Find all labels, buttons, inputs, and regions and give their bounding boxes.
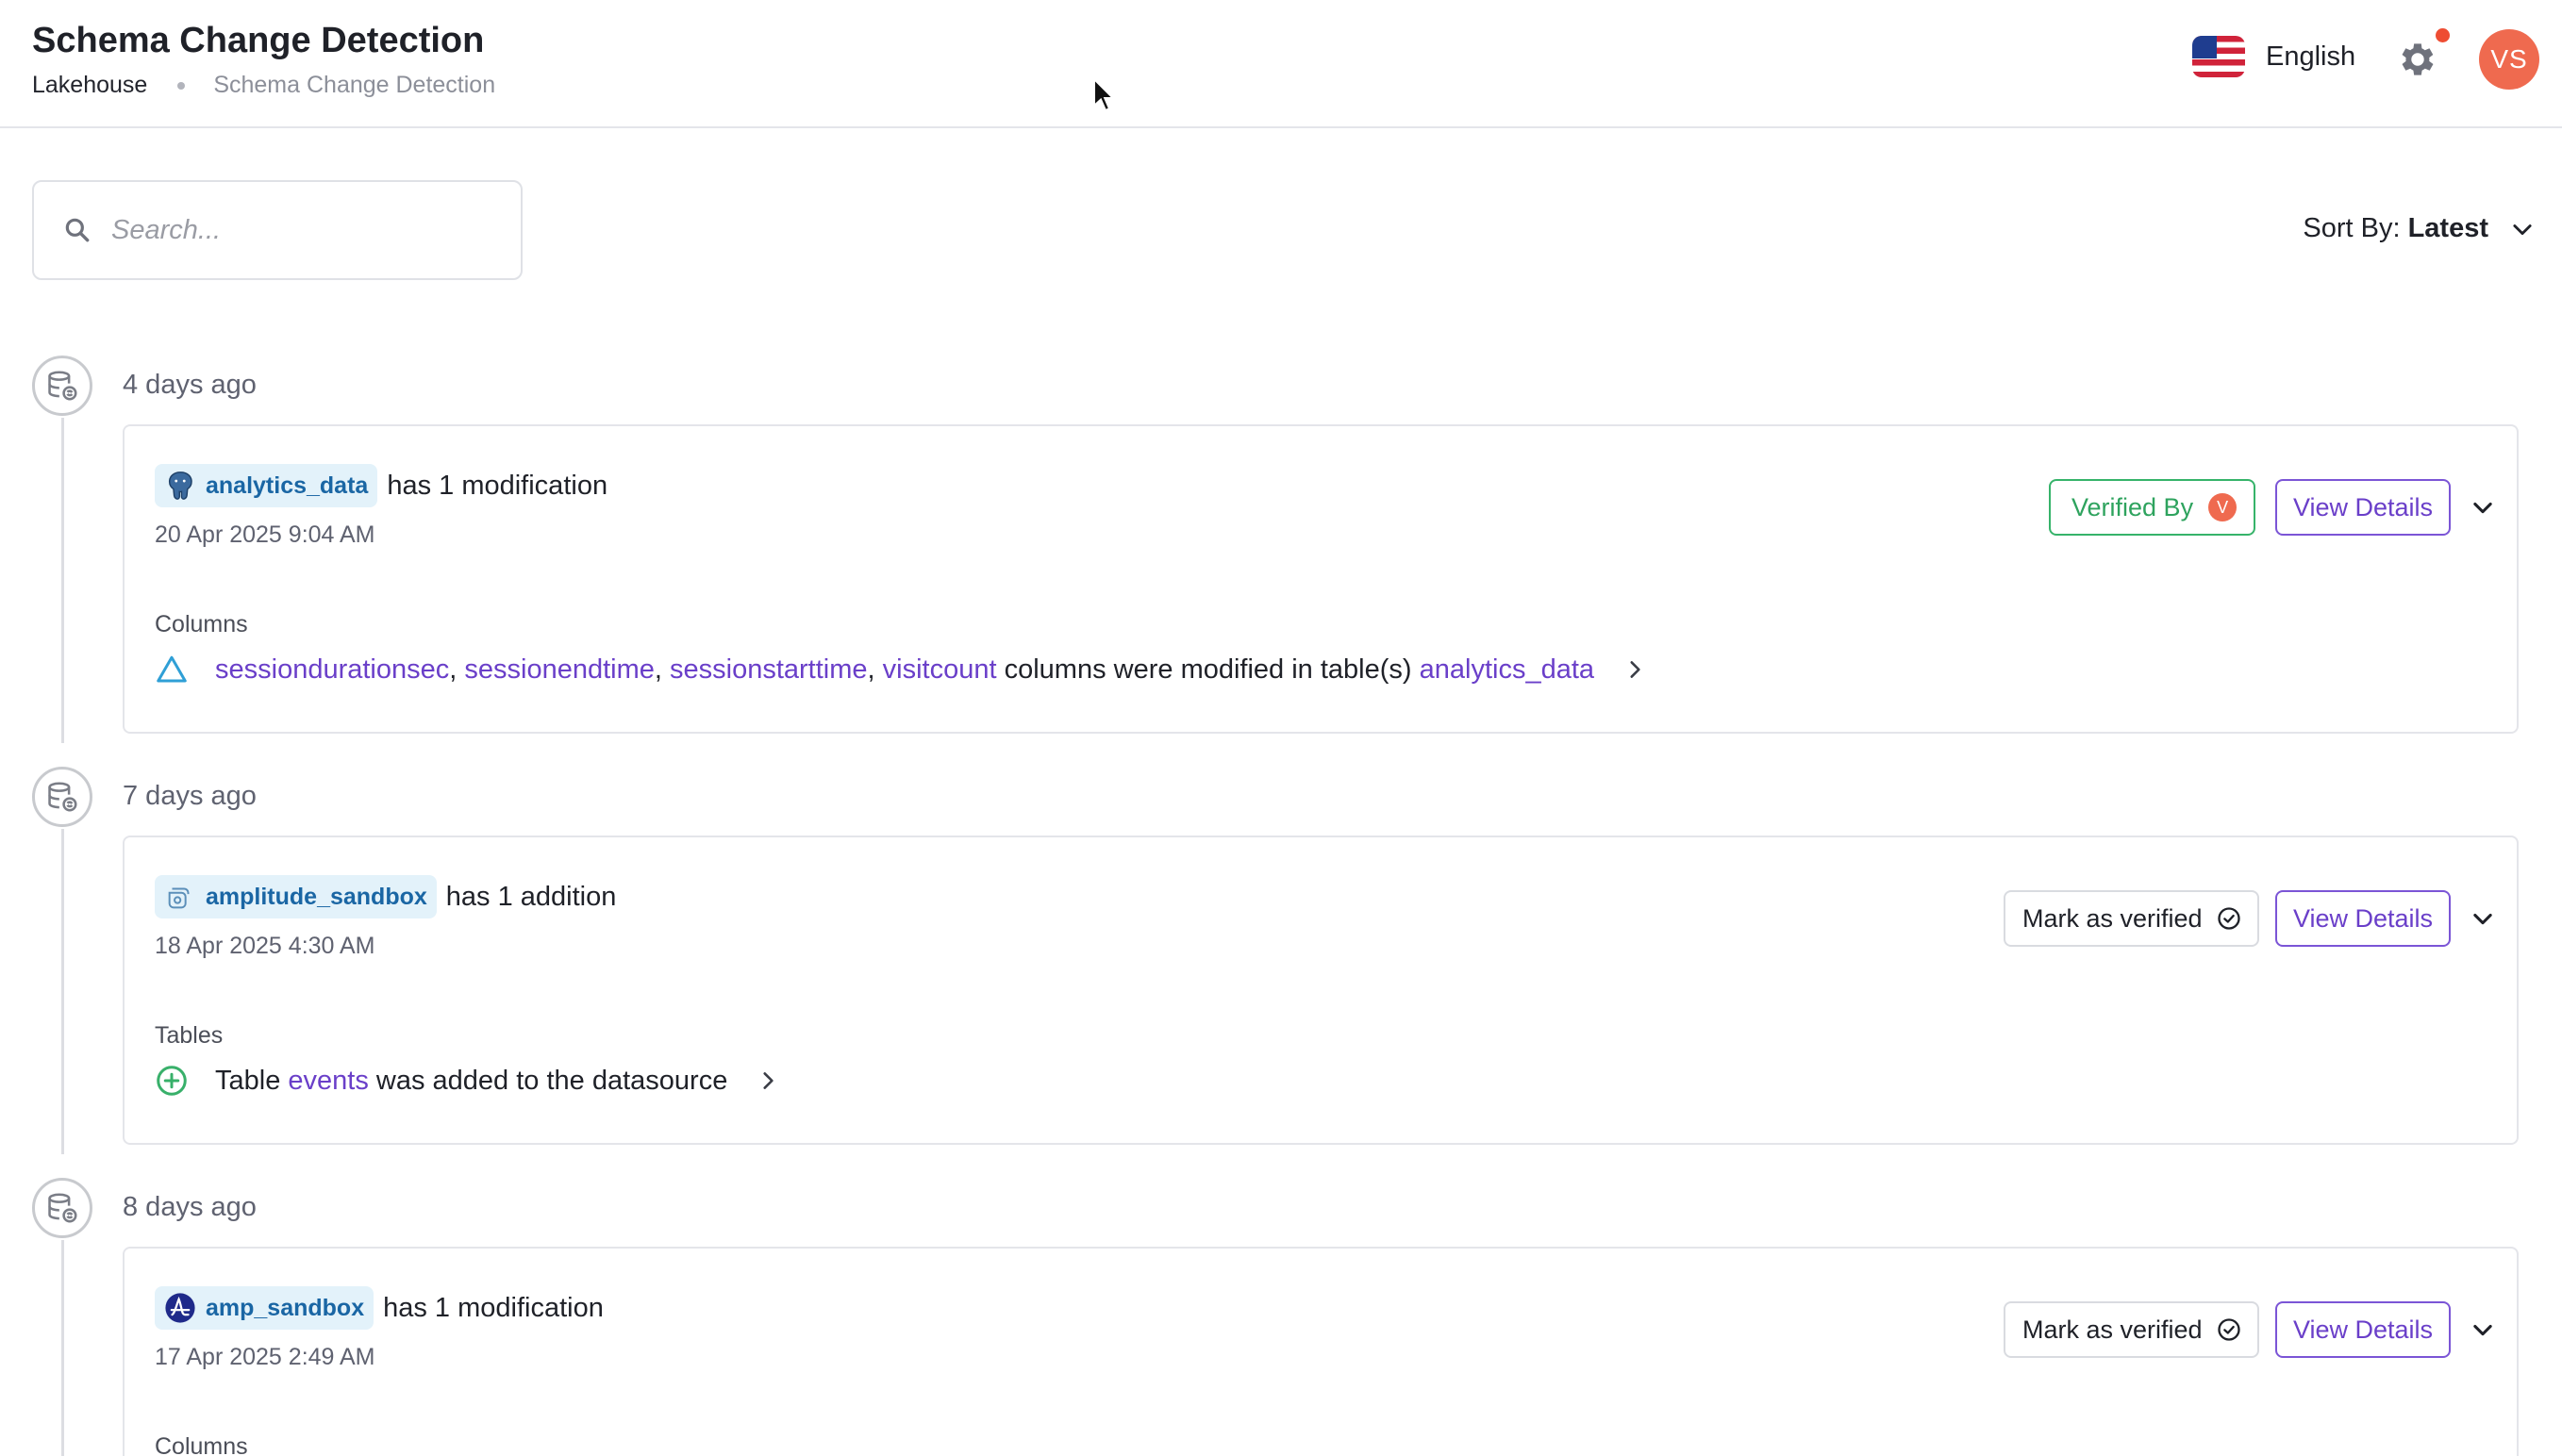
mark-as-verified-button[interactable]: Mark as verified (2004, 890, 2259, 947)
section-label: Columns (155, 1433, 248, 1456)
timeline-line (61, 418, 64, 743)
mark-as-verified-button[interactable]: Mark as verified (2004, 1301, 2259, 1358)
change-timestamp: 17 Apr 2025 2:49 AM (155, 1344, 375, 1370)
amplitude-sandbox-icon (168, 887, 190, 909)
breadcrumb-lakehouse[interactable]: Lakehouse (32, 72, 147, 99)
language-label: English (2266, 41, 2356, 72)
sort-value: Latest (2407, 213, 2488, 243)
event-age: 8 days ago (123, 1192, 257, 1222)
datasource-chip[interactable]: analytics_data (155, 464, 378, 507)
change-text: was added to the datasource (375, 1065, 728, 1096)
breadcrumb-current: Schema Change Detection (213, 72, 496, 98)
modified-triangle-icon (157, 655, 187, 683)
verified-by-badge[interactable]: Verified By V (2049, 479, 2256, 536)
expand-card-button[interactable] (2464, 900, 2502, 937)
top-header: Schema Change Detection Lakehouse Schema… (0, 0, 2562, 128)
change-text: columns were modified in table(s) (1004, 654, 1412, 685)
list-separator: , (449, 654, 465, 685)
change-summary: has 1 modification (383, 1292, 604, 1323)
section-label: Columns (155, 611, 248, 637)
change-prefix: Table (215, 1065, 281, 1096)
column-name[interactable]: sessionstarttime (670, 654, 868, 686)
expand-card-button[interactable] (2464, 488, 2502, 526)
language-selector[interactable]: English (2192, 36, 2355, 77)
list-separator: , (867, 654, 883, 685)
change-timestamp: 20 Apr 2025 9:04 AM (155, 521, 375, 548)
list-separator: , (654, 654, 671, 685)
us-flag-icon (2192, 36, 2245, 77)
change-card: amplitude_sandbox has 1 addition 18 Apr … (123, 836, 2519, 1145)
change-card: amp_sandbox has 1 modification 17 Apr 20… (123, 1247, 2519, 1456)
datasource-change-icon (32, 356, 92, 416)
timeline-line (61, 1240, 64, 1456)
chevron-down-icon (2473, 502, 2492, 514)
datasource-change-icon (32, 1178, 92, 1238)
expand-card-button[interactable] (2464, 1311, 2502, 1348)
chevron-down-icon (2473, 913, 2492, 925)
chevron-down-icon (2473, 1324, 2492, 1336)
change-timestamp: 18 Apr 2025 4:30 AM (155, 933, 375, 959)
column-name[interactable]: visitcount (883, 654, 997, 686)
added-plus-circle-icon (157, 1066, 187, 1096)
mark-verified-label: Mark as verified (2022, 903, 2203, 933)
view-details-button[interactable]: View Details (2275, 479, 2451, 536)
search-input[interactable] (111, 214, 507, 246)
datasource-name: amplitude_sandbox (206, 883, 427, 910)
datasource-name: analytics_data (206, 472, 369, 499)
verified-label: Verified By (2071, 492, 2194, 521)
gear-icon[interactable] (2396, 38, 2439, 81)
check-circle-icon (2217, 907, 2240, 930)
amplitude-logo-icon (165, 1293, 195, 1323)
column-name[interactable]: sessiondurationsec (215, 654, 449, 686)
change-description[interactable]: sessiondurationsec, sessionendtime, sess… (155, 653, 1647, 687)
chevron-right-icon[interactable] (1622, 657, 1647, 682)
event-age: 7 days ago (123, 781, 257, 811)
sort-dropdown[interactable]: Sort By: Latest (2303, 213, 2536, 244)
change-card: analytics_data has 1 modification 20 Apr… (123, 424, 2519, 734)
timeline-line (61, 829, 64, 1154)
mouse-cursor-icon (1093, 77, 1115, 112)
view-details-button[interactable]: View Details (2275, 890, 2451, 947)
search-icon (65, 218, 90, 242)
table-name[interactable]: analytics_data (1420, 654, 1594, 686)
search-box[interactable] (32, 180, 523, 280)
change-description[interactable]: Table events was added to the datasource (155, 1064, 780, 1098)
sort-label: Sort By: (2303, 213, 2401, 243)
check-circle-icon (2217, 1318, 2240, 1341)
datasource-chip[interactable]: amplitude_sandbox (155, 875, 437, 918)
postgres-elephant-icon (168, 472, 192, 500)
change-summary: has 1 addition (445, 881, 617, 912)
datasource-name: amp_sandbox (206, 1294, 365, 1321)
section-label: Tables (155, 1022, 224, 1049)
breadcrumb: Lakehouse Schema Change Detection (32, 72, 495, 99)
chevron-right-icon[interactable] (756, 1068, 780, 1093)
table-name[interactable]: events (288, 1066, 368, 1097)
event-age: 4 days ago (123, 370, 257, 400)
mark-verified-label: Mark as verified (2022, 1315, 2203, 1344)
change-summary: has 1 modification (387, 470, 608, 501)
view-details-button[interactable]: View Details (2275, 1301, 2451, 1358)
verifier-avatar: V (2208, 493, 2238, 521)
datasource-change-icon (32, 767, 92, 827)
chevron-down-icon (2513, 223, 2532, 235)
notification-dot (2436, 28, 2450, 42)
datasource-chip[interactable]: amp_sandbox (155, 1286, 374, 1330)
breadcrumb-separator (177, 81, 186, 90)
page-title: Schema Change Detection (32, 21, 485, 60)
column-name[interactable]: sessionendtime (464, 654, 655, 686)
user-avatar[interactable]: VS (2479, 29, 2539, 90)
